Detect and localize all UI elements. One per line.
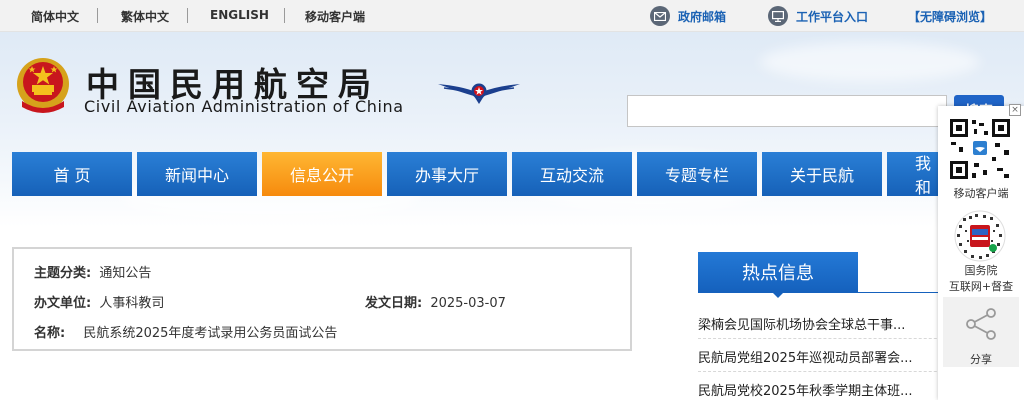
share-label: 分享 [970,353,992,366]
lang-english[interactable]: ENGLISH [210,8,269,22]
date-label: 发文日期: [365,296,423,311]
news-item[interactable]: 民航局党校2025年秋季学期主体班... [698,380,916,399]
gov-inspection-qr-code[interactable] [953,210,1007,262]
header-banner: 中国民用航空局 Civil Aviation Administration of… [0,32,1024,227]
mail-icon [650,6,670,26]
work-platform-link[interactable]: 工作平台入口 [768,6,868,26]
accessibility-link[interactable]: 【无障碍浏览】 [908,8,992,25]
lang-simplified-chinese[interactable]: 简体中文 [31,8,79,25]
close-icon[interactable]: × [1009,104,1021,116]
national-emblem-icon [17,58,69,113]
mobile-app-qr-code[interactable] [948,117,1012,181]
nav-info-disclosure[interactable]: 信息公开 [262,152,382,196]
office-row: 办文单位: 人事科教司 [34,292,164,311]
nav-interaction[interactable]: 互动交流 [512,152,632,196]
lang-traditional-chinese[interactable]: 繁体中文 [121,8,169,25]
news-item[interactable]: 梁楠会见国际机场协会全球总干事... [698,314,916,333]
mobile-client-link[interactable]: 移动客户端 [305,8,365,25]
nav-about-caac[interactable]: 关于民航 [762,152,882,196]
nav-news-center[interactable]: 新闻中心 [137,152,257,196]
gov-label-line-1: 国务院 [964,264,998,277]
date-row: 发文日期: 2025-03-07 [365,292,506,311]
nav-me-and[interactable]: 我和 [887,152,938,196]
name-label: 名称: [34,326,66,341]
news-item[interactable]: 民航局党组2025年巡视动员部署会... [698,347,916,366]
nav-service-hall[interactable]: 办事大厅 [387,152,507,196]
top-bar: 简体中文 繁体中文 ENGLISH 移动客户端 政府邮箱 工作平台入口 【无障碍… [0,0,1024,32]
share-button[interactable]: 分享 [943,297,1019,367]
work-platform-label: 工作平台入口 [796,9,869,24]
hot-info-tab[interactable]: 热点信息 [698,252,858,292]
office-value: 人事科教司 [99,296,165,311]
divider [284,8,285,23]
topic-label: 主题分类: [34,266,92,281]
divider [97,8,98,23]
monitor-icon [768,6,788,26]
divider [187,8,188,23]
gov-mail-link[interactable]: 政府邮箱 [650,6,726,26]
caac-logo-icon [438,83,520,104]
topic-row: 主题分类: 通知公告 [34,262,151,281]
topic-value: 通知公告 [99,266,152,281]
gov-label-line-2: 互联网+督查 [948,280,1014,293]
name-value: 民航系统2025年度考试录用公务员面试公告 [83,326,338,341]
share-icon [966,308,996,340]
name-row: 名称: 民航系统2025年度考试录用公务员面试公告 [34,322,337,341]
mobile-client-label: 移动客户端 [953,187,1009,200]
nav-special-topics[interactable]: 专题专栏 [637,152,757,196]
document-info-panel: 主题分类: 通知公告 办文单位: 人事科教司 发文日期: 2025-03-07 … [12,247,632,351]
cloud-decoration [760,42,980,82]
date-value: 2025-03-07 [430,296,506,311]
search-input[interactable] [627,95,947,127]
office-label: 办文单位: [34,296,92,311]
site-title-en: Civil Aviation Administration of China [84,97,404,116]
gov-mail-label: 政府邮箱 [678,9,727,24]
nav-home[interactable]: 首 页 [12,152,132,196]
